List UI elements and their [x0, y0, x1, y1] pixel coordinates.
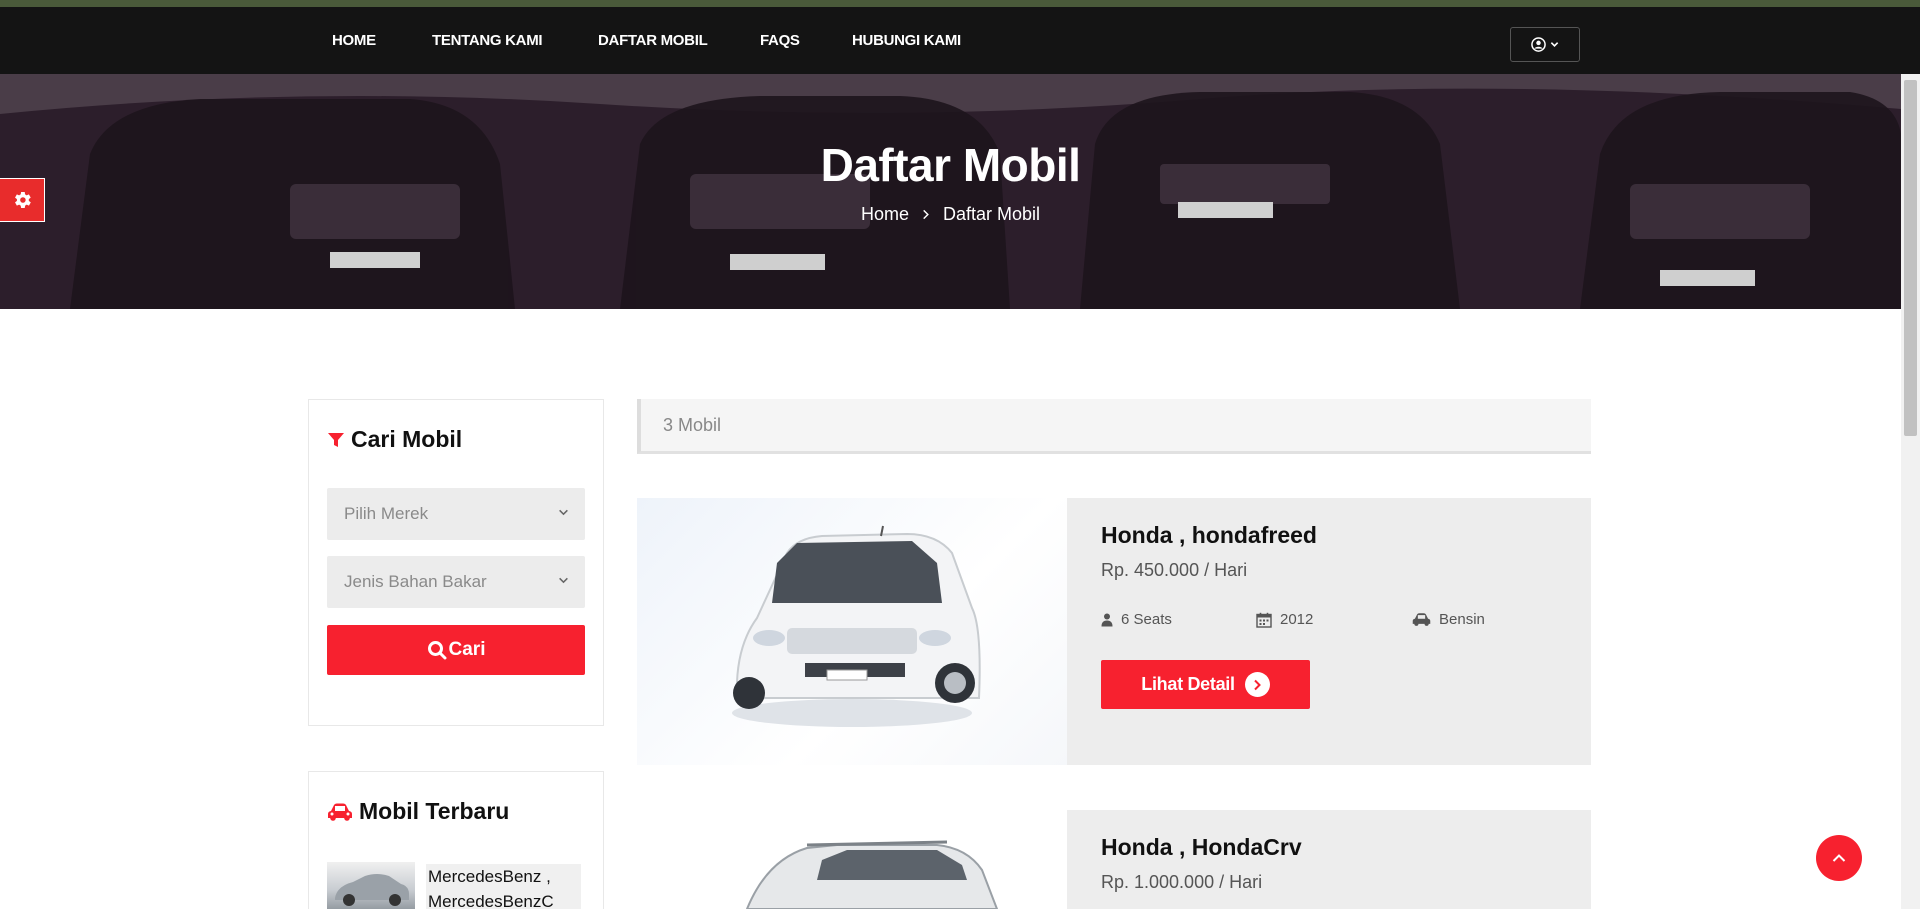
user-circle-icon	[1531, 37, 1546, 52]
honda-freed-image	[732, 525, 981, 727]
page-title: Daftar Mobil	[820, 139, 1081, 191]
car-seats: 6 Seats	[1101, 611, 1172, 628]
chevron-down-icon	[558, 488, 569, 540]
recent-car-name[interactable]: MercedesBenz , MercedesBenzC	[426, 864, 581, 909]
scrollbar-thumb[interactable]	[1904, 80, 1917, 436]
car-card: Honda , HondaCrv Rp. 1.000.000 / Hari	[1067, 810, 1591, 909]
car-image[interactable]	[637, 810, 1067, 909]
main-navbar: HOME TENTANG KAMI DAFTAR MOBIL FAQS HUBU…	[0, 7, 1920, 74]
search-panel: Cari Mobil Pilih Merek Jenis Bahan Bakar…	[308, 399, 604, 726]
brand-select[interactable]: Pilih Merek	[327, 488, 585, 540]
recent-panel-title: Mobil Terbaru	[359, 798, 510, 824]
breadcrumb-current: Daftar Mobil	[943, 204, 1041, 224]
chevron-right-icon	[922, 204, 930, 225]
back-to-top-button[interactable]	[1816, 835, 1862, 881]
car-image[interactable]	[637, 498, 1067, 765]
nav-tentang-kami[interactable]: TENTANG KAMI	[432, 26, 543, 56]
car-card: Honda , hondafreed Rp. 450.000 / Hari 6 …	[1067, 498, 1591, 765]
recent-cars-panel: Mobil Terbaru MercedesBenz , MercedesBen…	[308, 771, 604, 909]
car-fuel-value: Bensin	[1439, 611, 1485, 628]
nav-faqs[interactable]: FAQS	[760, 26, 800, 56]
nav-home[interactable]: HOME	[332, 26, 376, 56]
arrow-right-circle-icon	[1244, 672, 1270, 697]
result-count: 3 Mobil	[663, 415, 722, 435]
search-button-label: Cari	[448, 639, 486, 660]
filter-icon	[328, 432, 344, 447]
user-icon	[1101, 613, 1113, 626]
search-icon	[427, 641, 447, 660]
fuel-type-select-value: Jenis Bahan Bakar	[344, 572, 487, 591]
car-thumbnail-image	[335, 874, 409, 906]
honda-crv-image	[745, 840, 999, 909]
fuel-type-select[interactable]: Jenis Bahan Bakar	[327, 556, 585, 608]
car-name[interactable]: Honda , hondafreed	[1101, 522, 1317, 549]
car-name[interactable]: Honda , HondaCrv	[1101, 834, 1302, 861]
car-year-value: 2012	[1280, 611, 1314, 628]
calendar-icon	[1256, 612, 1272, 628]
chevron-down-icon	[558, 556, 569, 608]
car-icon	[328, 803, 352, 821]
gear-icon	[15, 192, 31, 208]
car-year: 2012	[1256, 611, 1313, 628]
car-price: Rp. 1.000.000 / Hari	[1101, 872, 1263, 892]
recent-panel-title-row: Mobil Terbaru	[327, 798, 509, 825]
car-price: Rp. 450.000 / Hari	[1101, 560, 1248, 580]
recent-car-thumbnail[interactable]	[327, 862, 415, 909]
result-count-bar: 3 Mobil	[637, 399, 1591, 454]
search-button[interactable]: Cari	[327, 625, 585, 675]
car-fuel: Bensin	[1412, 611, 1485, 628]
car-icon	[1412, 613, 1431, 626]
view-detail-button[interactable]: Lihat Detail	[1101, 660, 1310, 709]
nav-hubungi-kami[interactable]: HUBUNGI KAMI	[852, 26, 961, 56]
nav-daftar-mobil[interactable]: DAFTAR MOBIL	[598, 26, 708, 56]
search-panel-title-row: Cari Mobil	[327, 426, 462, 453]
car-seats-value: 6 Seats	[1121, 611, 1172, 628]
view-detail-label: Lihat Detail	[1141, 674, 1235, 694]
hero-banner: Daftar Mobil Home Daftar Mobil	[0, 74, 1901, 309]
user-menu-button[interactable]	[1510, 27, 1580, 62]
brand-select-value: Pilih Merek	[344, 504, 429, 523]
breadcrumb-home-link[interactable]: Home	[861, 204, 909, 224]
chevron-up-icon	[1832, 854, 1846, 862]
breadcrumb: Home Daftar Mobil	[0, 204, 1901, 225]
search-panel-title: Cari Mobil	[351, 426, 463, 452]
chevron-down-icon	[1550, 42, 1559, 47]
top-accent-line	[0, 0, 1920, 7]
settings-toggle-button[interactable]	[0, 178, 45, 222]
